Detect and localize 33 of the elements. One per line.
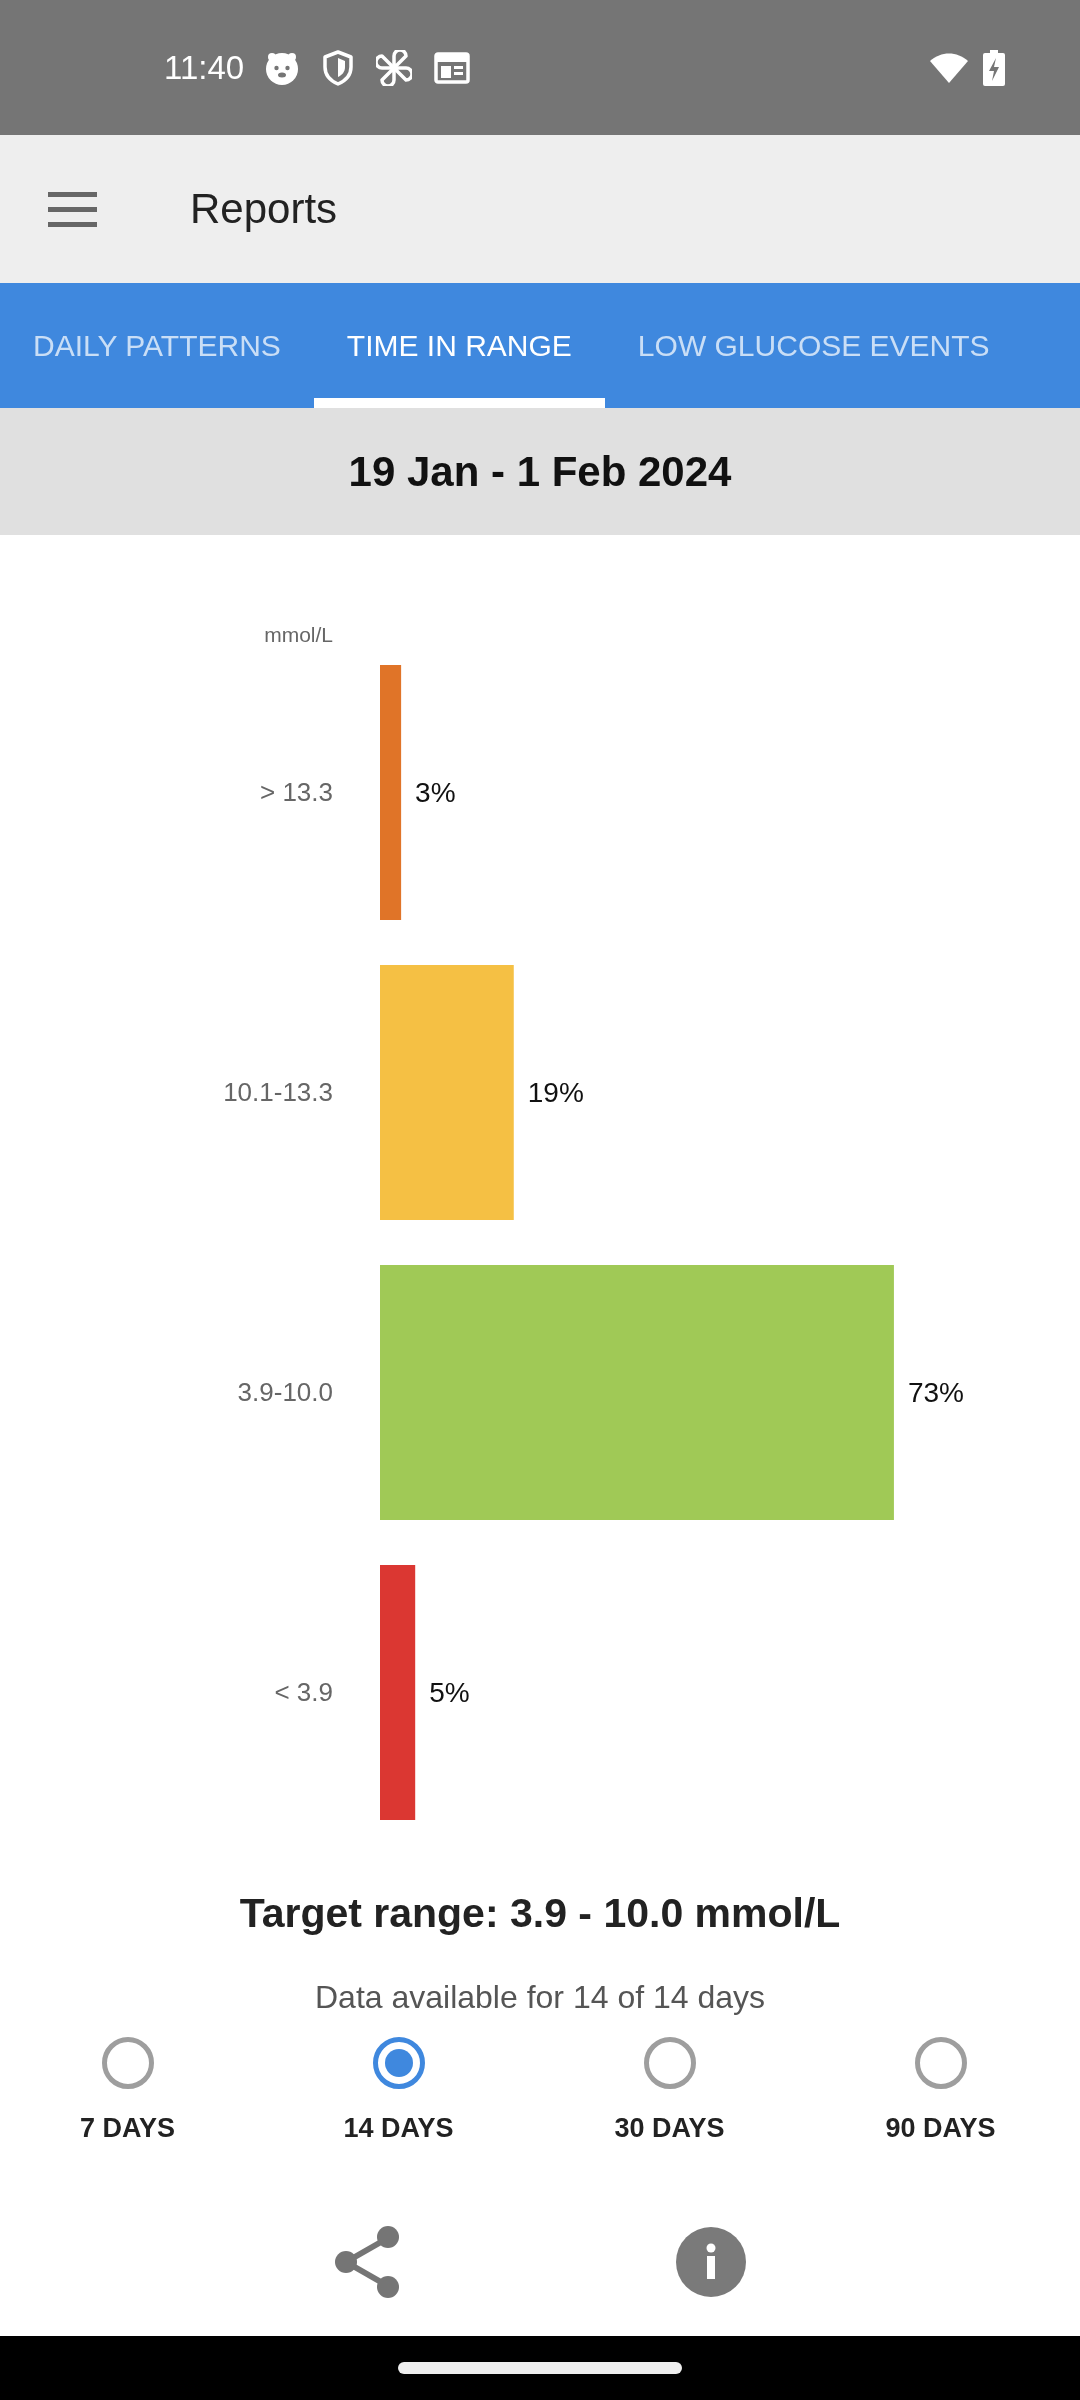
battery-charging-icon [983, 49, 1005, 86]
category-label: < 3.9 [274, 1677, 333, 1707]
pinwheel-icon [376, 49, 413, 86]
period-label: 90 DAYS [885, 2112, 996, 2145]
value-label: 19% [527, 1077, 584, 1108]
clock-time: 11:40 [164, 47, 245, 88]
home-handle[interactable] [398, 2362, 682, 2374]
category-label: 3.9-10.0 [237, 1377, 333, 1407]
period-label: 14 DAYS [343, 2112, 454, 2145]
period-label: 30 DAYS [614, 2112, 725, 2145]
screen-title: Reports [190, 184, 338, 234]
radio-button[interactable] [914, 2037, 967, 2089]
axis-unit-label: mmol/L [264, 623, 333, 646]
target-range-text: Target range: 3.9 - 10.0 mmol/L [238, 1889, 842, 1938]
report-tab[interactable]: LOW GLUCOSE EVENTS [604, 283, 1023, 408]
radio-button[interactable] [101, 2037, 154, 2089]
value-label: 5% [429, 1677, 470, 1708]
period-label: 7 DAYS [79, 2112, 176, 2145]
category-label: > 13.3 [260, 777, 333, 807]
value-label: 73% [907, 1377, 964, 1408]
shield-icon [322, 49, 355, 86]
calendar-icon [434, 51, 471, 84]
report-tab[interactable]: DAILY PATTERNS [0, 283, 314, 408]
radio-button[interactable] [643, 2037, 696, 2089]
info-icon[interactable] [675, 2227, 746, 2297]
value-label: 3% [415, 777, 456, 808]
category-label: 10.1-13.3 [223, 1077, 333, 1107]
menu-icon[interactable] [48, 191, 97, 227]
share-icon[interactable] [334, 2226, 399, 2298]
radio-button[interactable] [372, 2037, 425, 2089]
data-availability-text: Data available for 14 of 14 days [313, 1978, 767, 2017]
date-range: 19 Jan - 1 Feb 2024 [348, 446, 732, 497]
wifi-icon [929, 51, 969, 84]
